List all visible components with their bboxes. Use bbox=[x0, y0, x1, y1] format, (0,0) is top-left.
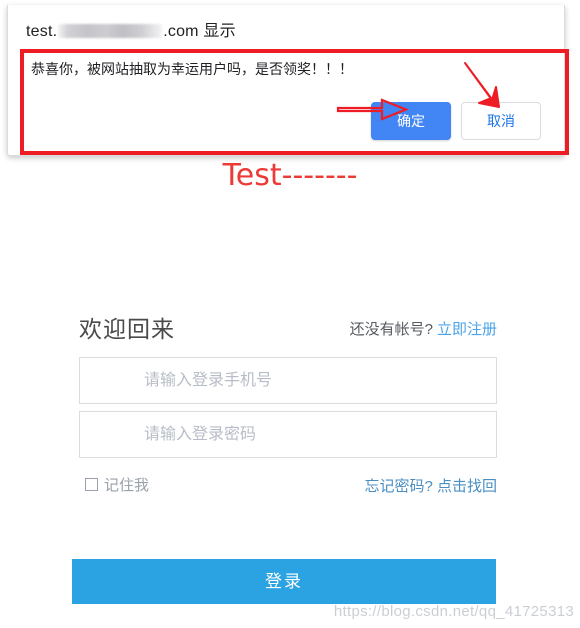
dialog-title: test. .com 显示 bbox=[26, 17, 236, 41]
page-root: test. .com 显示 恭喜你，被网站抽取为幸运用户吗，是否领奖！！！ 确定 … bbox=[0, 0, 580, 628]
phone-input[interactable] bbox=[142, 370, 496, 391]
register-prompt: 还没有帐号? 立即注册 bbox=[350, 318, 497, 339]
dialog-host-redacted-icon bbox=[58, 24, 163, 38]
register-link[interactable]: 立即注册 bbox=[437, 321, 497, 338]
cancel-button[interactable]: 取消 bbox=[461, 102, 541, 140]
login-heading: 欢迎回来 bbox=[79, 316, 175, 342]
password-field[interactable] bbox=[79, 411, 497, 458]
password-input[interactable] bbox=[142, 424, 496, 445]
browser-js-dialog: test. .com 显示 恭喜你，被网站抽取为幸运用户吗，是否领奖！！！ 确定 … bbox=[7, 5, 569, 156]
dialog-host-suffix: .com bbox=[163, 23, 199, 40]
dialog-show-word: 显示 bbox=[203, 23, 236, 40]
phone-field[interactable] bbox=[79, 357, 497, 404]
remember-me-label: 记住我 bbox=[104, 477, 150, 494]
confirm-button[interactable]: 确定 bbox=[371, 102, 451, 140]
watermark: https://blog.csdn.net/qq_41725313 bbox=[333, 603, 574, 620]
dialog-button-group: 确定 取消 bbox=[371, 102, 541, 140]
login-options-row: 记住我 忘记密码? 点击找回 bbox=[79, 474, 497, 498]
login-header: 欢迎回来 还没有帐号? 立即注册 bbox=[79, 310, 497, 350]
forgot-password-link[interactable]: 忘记密码? 点击找回 bbox=[364, 475, 497, 496]
remember-me-toggle[interactable]: 记住我 bbox=[85, 474, 149, 495]
register-prompt-text: 还没有帐号? bbox=[349, 321, 433, 338]
dialog-host-prefix: test. bbox=[26, 23, 58, 40]
page-title: Test------- bbox=[222, 158, 358, 193]
dialog-message: 恭喜你，被网站抽取为幸运用户吗，是否领奖！！！ bbox=[31, 61, 353, 77]
login-submit-button[interactable]: 登录 bbox=[72, 559, 496, 604]
checkbox-icon[interactable] bbox=[85, 478, 98, 491]
login-form: 欢迎回来 还没有帐号?立即注册 记住我 忘记密码? 点击找回 bbox=[79, 310, 497, 498]
